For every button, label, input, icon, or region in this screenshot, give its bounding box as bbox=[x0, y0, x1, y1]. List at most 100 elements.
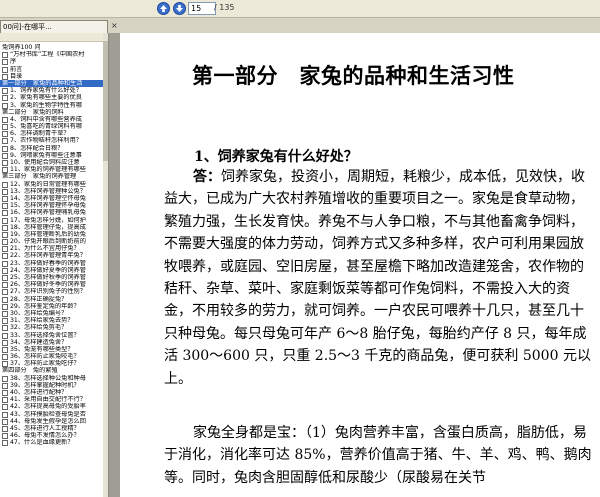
bookmark-item[interactable]: 32、怎样给兔剪毛？ bbox=[0, 324, 108, 332]
bookmark-item[interactable]: 7、农作物秸秆怎样利用？ bbox=[0, 137, 108, 145]
bookmark-page-icon bbox=[2, 210, 8, 217]
bookmark-item[interactable]: 第二部分 家兔的饲料 bbox=[0, 109, 108, 116]
bookmark-item[interactable]: 21、为什么不宜用仔兔？ bbox=[0, 245, 108, 253]
bookmark-label: 13、怎样饲养管理种公兔？ bbox=[10, 187, 86, 195]
bookmark-item[interactable]: 35、兔笼有哪些类型？ bbox=[0, 346, 108, 353]
bookmark-label: 7、农作物秸秆怎样利用？ bbox=[10, 137, 82, 145]
bookmark-item[interactable]: 10、使用配合饲料应注意 bbox=[0, 159, 108, 166]
bookmark-label: 8、怎样配合日粮？ bbox=[10, 144, 64, 152]
bookmark-item[interactable]: 43、怎样摸胎检查母兔是否 bbox=[0, 411, 108, 418]
bookmark-item[interactable]: 第三部分 家兔的饲养管理 bbox=[0, 173, 108, 180]
bookmark-page-icon bbox=[2, 160, 8, 166]
bookmark-item[interactable]: 44、母兔发生假孕是怎么回 bbox=[0, 418, 108, 425]
bookmark-page-icon bbox=[2, 433, 8, 440]
bookmark-label: 32、怎样给兔剪毛？ bbox=[10, 324, 68, 332]
bookmark-item[interactable]: 第一部分 家兔的品种和生活 bbox=[0, 79, 108, 88]
close-tab-icon[interactable]: × bbox=[111, 22, 119, 30]
bookmark-item[interactable]: 27、怎样识别兔子的性别？ bbox=[0, 288, 108, 296]
bookmark-page-icon bbox=[2, 375, 8, 382]
bookmark-page-icon bbox=[2, 325, 8, 332]
bookmark-item[interactable]: 4、饲料中含有哪些营养成 bbox=[0, 116, 108, 123]
bookmark-label: 第一部分 家兔的品种和生活 bbox=[2, 79, 83, 87]
bookmark-item[interactable]: 31、怎样给家兔去势？ bbox=[0, 317, 108, 325]
bookmark-item[interactable]: 26、怎样做好冬季的饲养管 bbox=[0, 281, 108, 289]
bookmark-item[interactable]: 3、家兔的生物学特性有哪 bbox=[0, 102, 108, 109]
bookmark-page-icon bbox=[2, 296, 8, 303]
bookmark-page-icon bbox=[2, 152, 8, 159]
panel-splitter[interactable] bbox=[109, 33, 120, 497]
bookmark-item[interactable]: 40、怎样进行配种？ bbox=[0, 389, 108, 396]
bookmark-item[interactable]: 34、怎样建造兔舍？ bbox=[0, 339, 108, 346]
bookmark-label: 3、家兔的生物学特性有哪 bbox=[10, 101, 82, 109]
bookmark-page-icon bbox=[2, 303, 8, 310]
bookmark-label: 36、怎样防止家兔咬毛？ bbox=[10, 353, 80, 361]
bookmark-label: 21、为什么不宜用仔兔？ bbox=[10, 245, 80, 253]
bookmark-label: 第四部分 兔的繁殖 bbox=[2, 367, 58, 375]
page-title: 第一部分 家兔的品种和生活习性 bbox=[192, 63, 515, 88]
bookmark-item[interactable]: 18、怎样管理仔兔，提高成 bbox=[0, 224, 108, 231]
document-tab[interactable]: 00问]-在哪平... bbox=[0, 20, 108, 33]
bookmark-item[interactable]: 20、仔兔开眼后到断奶前的 bbox=[0, 238, 108, 246]
bookmark-item[interactable]: 33、怎样选择兔舍位置？ bbox=[0, 332, 108, 339]
bookmark-item[interactable]: 5、兔喜吃的青绿饲料有哪 bbox=[0, 123, 108, 131]
bookmark-item[interactable]: 6、怎样调制青干草？ bbox=[0, 130, 108, 138]
bookmark-item[interactable]: 1、饲养家兔有什么好处？ bbox=[0, 87, 108, 95]
bookmark-item[interactable]: 2、家兔有哪些主要的优良 bbox=[0, 94, 108, 102]
bookmark-page-icon bbox=[2, 289, 8, 296]
bookmark-item[interactable]: 41、采用自由交配行不行？ bbox=[0, 396, 108, 404]
bookmark-page-icon bbox=[2, 102, 8, 109]
bookmark-item[interactable]: 13、怎样饲养管理种公兔？ bbox=[0, 188, 108, 195]
bookmark-item[interactable]: 17、母兔怎样分娩，如何护 bbox=[0, 217, 108, 224]
sidebar-scroll-thumb[interactable] bbox=[103, 41, 108, 161]
bookmark-label: 26、怎样做好冬季的饲养管 bbox=[10, 281, 86, 289]
bookmark-item[interactable]: 8、怎样配合日粮？ bbox=[0, 145, 108, 152]
bookmark-item[interactable]: 兔饲养100 问 bbox=[0, 44, 108, 51]
bookmark-item[interactable]: 22、怎样饲养管理青年兔？ bbox=[0, 252, 108, 260]
bookmark-item[interactable]: 23、怎样做好春季的饲养管 bbox=[0, 260, 108, 267]
page-total: / 135 bbox=[214, 3, 235, 12]
bookmark-item[interactable]: 第四部分 兔的繁殖 bbox=[0, 367, 108, 374]
bookmark-page-icon bbox=[2, 260, 8, 267]
bookmark-item[interactable]: 14、怎样饲养管理空怀母兔 bbox=[0, 195, 108, 202]
bookmark-page-icon bbox=[2, 390, 8, 396]
bookmark-item[interactable]: 29、怎样鉴定兔的年龄？ bbox=[0, 303, 108, 310]
paragraph-2: 家兔全身都是宝：（1）兔肉营养丰富，含蛋白质高，脂肪低，易于消化，消化率可达 8… bbox=[164, 425, 592, 486]
bookmark-item[interactable]: 42、怎样提高母兔的受胎率 bbox=[0, 403, 108, 411]
bookmark-item[interactable]: 36、怎样防止家兔咬毛？ bbox=[0, 353, 108, 361]
bookmark-item[interactable]: 39、怎样掌握配种时机？ bbox=[0, 382, 108, 389]
bookmark-item[interactable]: 16、怎样饲养管理哺乳母兔 bbox=[0, 209, 108, 217]
bookmark-item[interactable]: 38、怎样选择种公兔和种母 bbox=[0, 375, 108, 382]
bookmark-item[interactable]: 前言 bbox=[0, 66, 108, 73]
bookmark-item[interactable]: 25、怎样做好秋季的饲养管 bbox=[0, 274, 108, 281]
bookmark-item[interactable]: “万村书库”工程《中国农村 bbox=[0, 51, 108, 59]
bookmark-label: 43、怎样摸胎检查母兔是否 bbox=[10, 410, 86, 418]
bookmark-label: 25、怎样做好秋季的饲养管 bbox=[10, 274, 86, 281]
bookmark-label: 40、怎样进行配种？ bbox=[10, 389, 68, 396]
page-number-input[interactable]: 15 bbox=[188, 2, 216, 15]
bookmark-item[interactable]: 11、家兔的饲养管理有哪些 bbox=[0, 166, 108, 174]
bookmark-label: 19、怎样管理断乳后的幼兔 bbox=[10, 230, 86, 238]
bookmark-item[interactable]: 24、怎样做好夏季的饲养管 bbox=[0, 267, 108, 274]
bookmark-item[interactable]: 45、怎样进行人工授精？ bbox=[0, 425, 108, 432]
previous-page-button[interactable] bbox=[157, 2, 170, 15]
bookmark-label: 38、怎样选择种公兔和种母 bbox=[10, 374, 86, 382]
bookmark-item[interactable]: 目录 bbox=[0, 73, 108, 80]
bookmark-item[interactable]: 28、怎样正确捉兔？ bbox=[0, 296, 108, 303]
bookmark-item[interactable]: 19、怎样管理断乳后的幼兔 bbox=[0, 231, 108, 238]
bookmark-item[interactable]: 37、怎样防止家兔吃仔？ bbox=[0, 360, 108, 368]
bookmark-item[interactable]: 47、什么是血缘更新？ bbox=[0, 439, 108, 447]
bookmark-item[interactable]: 15、怎样饲养管理怀孕母兔 bbox=[0, 202, 108, 210]
bookmark-label: 6、怎样调制青干草？ bbox=[10, 130, 70, 138]
bookmark-item[interactable]: 30、怎样给兔编号？ bbox=[0, 310, 108, 317]
arrow-up-icon bbox=[157, 2, 170, 15]
next-page-button[interactable] bbox=[173, 2, 186, 15]
bookmark-item[interactable]: 12、家兔的日常管理有哪些 bbox=[0, 181, 108, 188]
bookmark-label: 22、怎样饲养管理青年兔？ bbox=[10, 252, 86, 260]
bookmark-label: 42、怎样提高母兔的受胎率 bbox=[10, 403, 86, 411]
bookmark-page-icon bbox=[2, 181, 8, 188]
bookmark-item[interactable]: 序 bbox=[0, 58, 108, 66]
bookmark-item[interactable]: 9、饲喂家兔有哪些注意事 bbox=[0, 152, 108, 159]
bookmark-item[interactable]: 46、母兔不发情怎么办？ bbox=[0, 432, 108, 440]
bookmark-page-icon bbox=[2, 267, 8, 274]
document-page: 第一部分 家兔的品种和生活习性 1、饲养家兔有什么好处？ 答：饲养家兔，投资小，… bbox=[120, 33, 600, 497]
